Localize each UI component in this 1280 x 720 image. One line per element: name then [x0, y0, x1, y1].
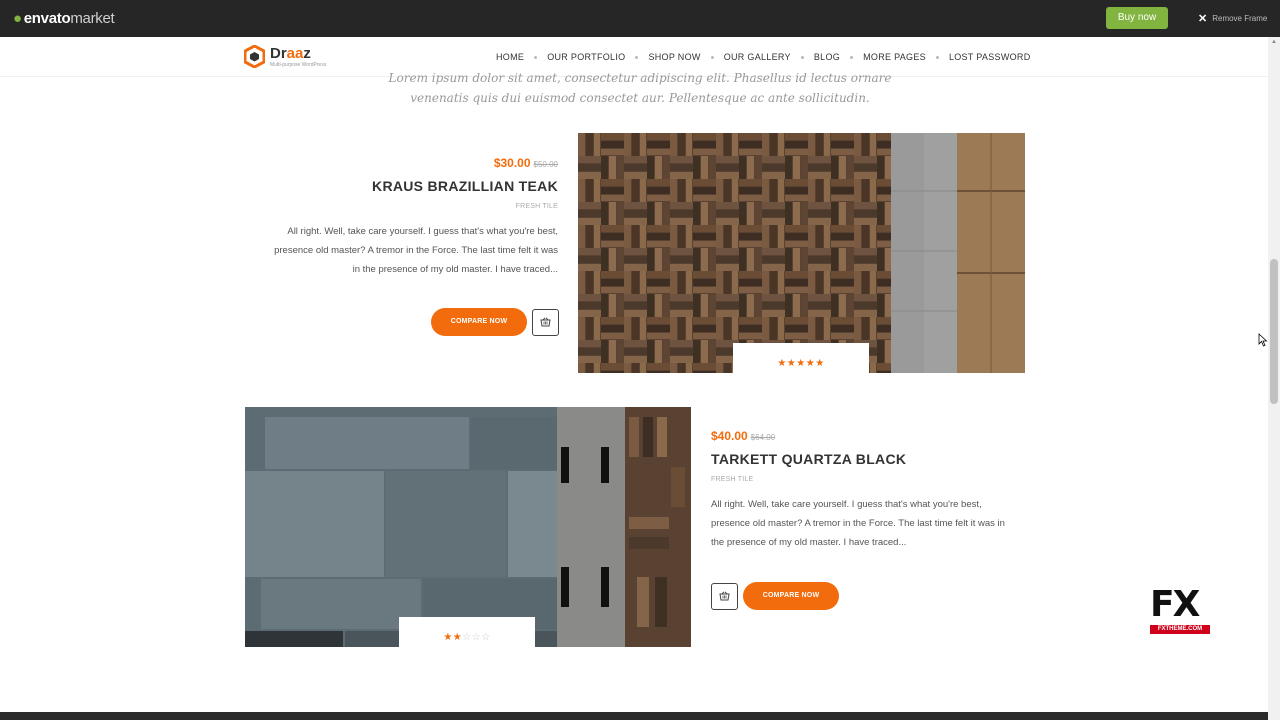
product-old-price: $64.00 — [750, 433, 776, 442]
envato-frame-bar: ● envatomarket Buy now ✕ Remove Frame — [0, 0, 1280, 37]
close-icon: ✕ — [1198, 13, 1208, 25]
star-icons-filled: ★★ — [443, 632, 463, 643]
mouse-cursor-icon — [1258, 333, 1268, 347]
envato-leaf-icon: ● — [13, 10, 22, 27]
product-title[interactable]: TARKETT QUARTZA BLACK — [711, 451, 1011, 467]
scrollbar-thumb[interactable] — [1270, 259, 1278, 404]
nav-separator — [935, 55, 939, 59]
product-description: All right. Well, take care yourself. I g… — [711, 499, 1005, 548]
nav-item-shop-now[interactable]: SHOP NOW — [648, 52, 700, 62]
compare-now-button[interactable]: COMPARE NOW — [431, 308, 527, 336]
product-actions-2: COMPARE NOW — [711, 582, 839, 610]
product-info-2: $40.00 $64.00 TARKETT QUARTZA BLACK FRESH… — [711, 427, 1011, 552]
nav-item-home[interactable]: HOME — [496, 52, 524, 62]
product-old-price: $50.00 — [533, 160, 558, 169]
next-section-edge — [0, 712, 1268, 720]
product-image-1[interactable] — [578, 133, 1025, 373]
brand-name: Draaz — [270, 45, 311, 62]
basket-icon — [719, 591, 730, 601]
price-row: $30.00 $50.00 — [270, 154, 558, 172]
product-actions-1: COMPARE NOW — [431, 308, 559, 336]
fx-site-text: FXTHEME.COM — [1150, 625, 1210, 634]
hexagon-logo-icon — [244, 45, 265, 68]
remove-frame-link[interactable]: ✕ Remove Frame — [1198, 12, 1267, 25]
nav-separator — [710, 55, 714, 59]
product-rating: ★★★★★ — [733, 343, 869, 373]
page-scrollbar[interactable]: ▲ — [1268, 37, 1280, 720]
add-to-cart-button[interactable] — [711, 582, 738, 610]
product-description: All right. Well, take care yourself. I g… — [274, 226, 558, 275]
intro-line-1: Lorem ipsum dolor sit amet, consectetur … — [388, 71, 892, 85]
nav-item-more-pages[interactable]: MORE PAGES — [863, 52, 926, 62]
star-icons-filled: ★★★★★ — [777, 358, 825, 369]
product-category[interactable]: FRESH TILE — [270, 203, 558, 210]
compare-now-button[interactable]: COMPARE NOW — [743, 582, 839, 610]
product-price: $40.00 — [711, 429, 748, 443]
product-price: $30.00 — [493, 156, 531, 170]
brand-logo[interactable]: Draaz Multi-purpose WordPress — [244, 45, 344, 69]
basket-icon — [540, 317, 551, 327]
price-row: $40.00 $64.00 — [711, 427, 1011, 445]
envato-logo-text: envato — [23, 10, 71, 27]
fxtheme-logo[interactable]: FX FXTHEME.COM — [1150, 584, 1210, 635]
intro-line-2: venenatis quis dui euismod consectet aur… — [410, 91, 870, 105]
brand-tagline: Multi-purpose WordPress — [270, 62, 327, 68]
buy-now-button[interactable]: Buy now — [1106, 7, 1168, 29]
section-intro-text: Lorem ipsum dolor sit amet, consectetur … — [380, 68, 900, 108]
nav-separator — [635, 55, 639, 59]
star-icons-empty: ☆☆☆ — [462, 632, 491, 643]
product-category[interactable]: FRESH TILE — [711, 476, 1011, 483]
product-info-1: $30.00 $50.00 KRAUS BRAZILLIAN TEAK FRESH… — [270, 154, 558, 279]
product-image-2[interactable] — [245, 407, 691, 647]
slate-tile-image — [245, 407, 691, 647]
nav-item-our-portfolio[interactable]: OUR PORTFOLIO — [547, 52, 625, 62]
envato-market-logo[interactable]: ● envatomarket — [13, 10, 115, 27]
nav-separator — [850, 55, 854, 59]
envato-logo-sub: market — [70, 10, 115, 27]
nav-item-lost-password[interactable]: LOST PASSWORD — [949, 52, 1031, 62]
scroll-up-arrow-icon[interactable]: ▲ — [1271, 39, 1277, 45]
remove-frame-label: Remove Frame — [1212, 14, 1268, 23]
nav-item-blog[interactable]: BLOG — [814, 52, 840, 62]
wood-tile-image — [578, 133, 1025, 373]
fx-letters: FX — [1150, 584, 1200, 625]
product-title[interactable]: KRAUS BRAZILLIAN TEAK — [270, 178, 558, 194]
nav-separator — [534, 55, 538, 59]
nav-separator — [800, 55, 804, 59]
add-to-cart-button[interactable] — [532, 308, 559, 336]
product-rating: ★★☆☆☆ — [399, 617, 535, 647]
nav-item-our-gallery[interactable]: OUR GALLERY — [724, 52, 791, 62]
